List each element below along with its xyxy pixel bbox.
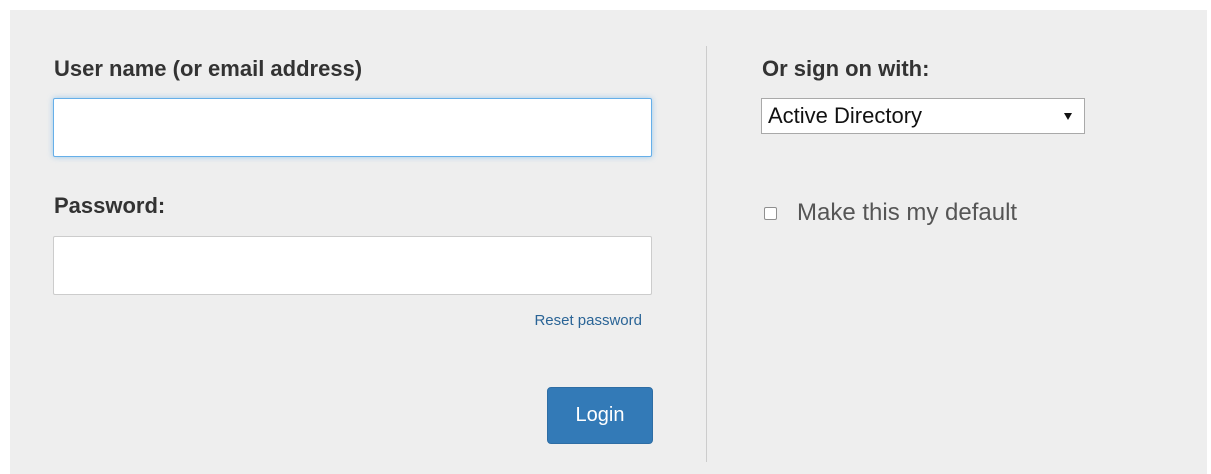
reset-password-link[interactable]: Reset password (534, 312, 642, 329)
make-default-checkbox[interactable] (764, 206, 777, 220)
password-label: Password: (54, 193, 166, 218)
make-default-option[interactable]: Make this my default (764, 198, 1017, 228)
login-panel: User name (or email address) Password: R… (10, 10, 1207, 474)
signon-provider-value: Active Directory (768, 103, 923, 128)
login-button[interactable]: Login (547, 387, 653, 444)
username-label: User name (or email address) (54, 56, 363, 81)
signon-provider-select[interactable]: Active Directory (761, 98, 1085, 134)
username-input[interactable] (53, 98, 652, 157)
make-default-label: Make this my default (797, 199, 1018, 226)
column-divider (706, 46, 707, 462)
chevron-down-icon (1064, 113, 1072, 120)
alt-signon-label: Or sign on with: (762, 56, 930, 81)
password-input[interactable] (53, 236, 652, 295)
